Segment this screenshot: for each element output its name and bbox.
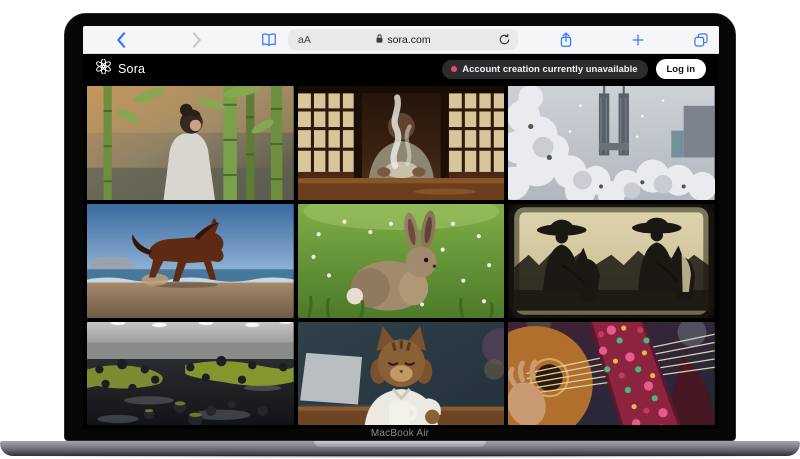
- status-dot-icon: [451, 66, 457, 72]
- laptop-screen-bezel: aA sora.com: [64, 13, 736, 441]
- address-text: sora.com: [387, 34, 430, 46]
- device-model-label: MacBook Air: [65, 428, 735, 439]
- forward-icon[interactable]: [193, 32, 202, 48]
- back-icon[interactable]: [117, 32, 126, 48]
- status-badge: Account creation currently unavailable: [442, 60, 647, 79]
- login-button[interactable]: Log in: [656, 59, 707, 79]
- video-tile-tea-man[interactable]: [298, 86, 505, 200]
- address-bar[interactable]: aA sora.com: [288, 29, 518, 50]
- site-header: Sora Account creation currently unavaila…: [83, 54, 719, 84]
- video-tile-guitar-strap[interactable]: [508, 322, 715, 425]
- tea-man-art: [298, 86, 505, 200]
- video-tile-horse-beach[interactable]: [87, 204, 294, 318]
- new-tab-icon[interactable]: [631, 33, 645, 47]
- horse-beach-art: [87, 204, 294, 318]
- snowy-towers-art: [508, 86, 715, 200]
- video-tile-cowboys[interactable]: [508, 204, 715, 318]
- bookmarks-icon[interactable]: [261, 32, 278, 47]
- sora-brand[interactable]: Sora: [96, 59, 145, 79]
- screen-content: aA sora.com: [83, 26, 719, 429]
- browser-toolbar: aA sora.com: [83, 26, 719, 54]
- laptop-base: [0, 441, 800, 456]
- laptop-shadow: [30, 455, 770, 458]
- cowboys-art: [508, 204, 715, 318]
- header-actions: Account creation currently unavailable L…: [442, 59, 706, 79]
- video-tile-rabbit[interactable]: [298, 204, 505, 318]
- video-tile-moss-gallery[interactable]: [87, 322, 294, 425]
- cat-desk-art: [298, 322, 505, 425]
- brand-name: Sora: [118, 62, 145, 76]
- reload-icon[interactable]: [498, 33, 511, 46]
- bamboo-woman-art: [87, 86, 294, 200]
- openai-logo-icon: [96, 59, 111, 79]
- video-tile-bamboo-woman[interactable]: [87, 86, 294, 200]
- tabs-icon[interactable]: [694, 32, 709, 47]
- moss-gallery-art: [87, 322, 294, 425]
- reader-mode-button[interactable]: aA: [298, 34, 311, 46]
- macbook-mockup: aA sora.com: [0, 0, 800, 459]
- rabbit-art: [298, 204, 505, 318]
- laptop-lid-notch: [314, 441, 486, 447]
- video-grid: [83, 84, 719, 429]
- status-text: Account creation currently unavailable: [462, 64, 637, 75]
- guitar-strap-art: [508, 322, 715, 425]
- lock-icon: [375, 33, 384, 47]
- share-icon[interactable]: [559, 31, 573, 48]
- video-tile-snowy-towers[interactable]: [508, 86, 715, 200]
- video-tile-cat-desk[interactable]: [298, 322, 505, 425]
